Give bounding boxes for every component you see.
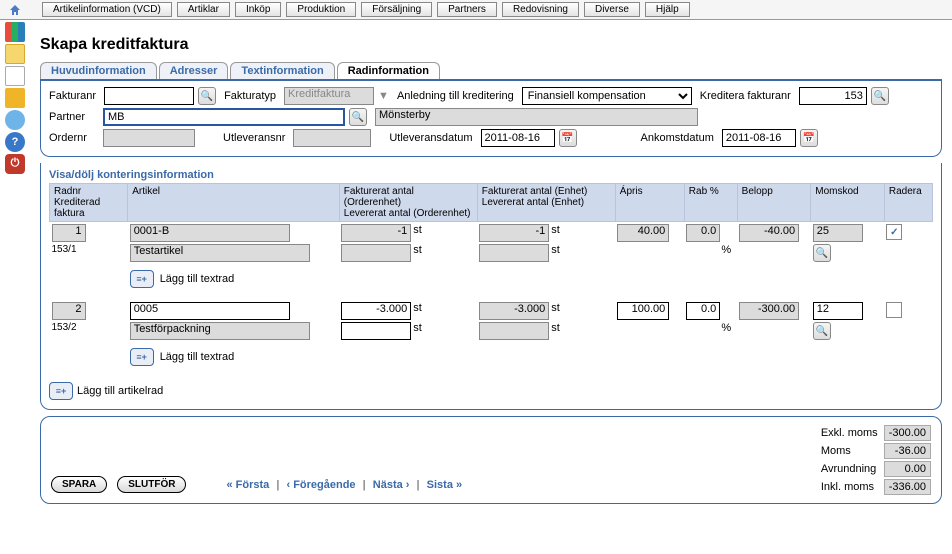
col-fakt-order: Fakturerat antal (Orderenhet)Levererat a… [339,184,477,222]
utlevnr-input [293,129,371,147]
menu-3[interactable]: Produktion [286,2,356,17]
add-line-button[interactable]: ≡+ [49,382,73,400]
utlevdatum-label: Utleveransdatum [389,132,476,144]
calendar-icon[interactable]: 📅 [559,129,577,147]
calendar-icon[interactable]: 📅 [800,129,818,147]
toggle-kontering[interactable]: Visa/dölj konteringsinformation [49,169,933,181]
exkl-label: Exkl. moms [817,425,882,441]
col-radera: Radera [884,184,932,222]
moms-value: -36.00 [884,443,931,459]
ordernr-input [103,129,195,147]
fakturatyp-label: Fakturatyp [224,90,280,102]
utlevnr-label: Utleveransnr [223,132,289,144]
side-icon-truck[interactable] [5,88,25,108]
inkl-label: Inkl. moms [817,479,882,495]
nav-prev[interactable]: ‹ Föregående [286,479,355,491]
partner-input[interactable] [103,108,345,126]
anledning-select[interactable]: Finansiell kompensation [522,87,692,105]
search-icon[interactable]: 🔍 [198,87,216,105]
partner-label: Partner [49,111,99,123]
delete-checkbox[interactable] [886,302,902,318]
side-icon-coin[interactable] [5,110,25,130]
nav-last[interactable]: Sista » [427,479,462,491]
menu-1[interactable]: Artiklar [177,2,230,17]
side-icon-power[interactable]: ⏻ [5,154,25,174]
tab-3[interactable]: Radinformation [337,62,440,79]
col-artikel: Artikel [128,184,340,222]
fakturatyp-select: Kreditfaktura [284,87,374,105]
add-line-label: Lägg till artikelrad [77,385,163,397]
col-momskod: Momskod [811,184,885,222]
side-icon-chart[interactable] [5,22,25,42]
inkl-value: -336.00 [884,479,931,495]
menu-8[interactable]: Hjälp [645,2,690,17]
spara-button[interactable]: SPARA [51,476,107,493]
ankomst-label: Ankomstdatum [641,132,718,144]
search-icon[interactable]: 🔍 [813,244,831,262]
slutfor-button[interactable]: SLUTFÖR [117,476,186,493]
utlevdatum-input[interactable] [481,129,555,147]
kreditera-label: Kreditera fakturanr [700,90,795,102]
search-icon[interactable]: 🔍 [349,108,367,126]
add-text-button[interactable]: ≡+ [130,348,154,366]
nav-first[interactable]: « Första [226,479,269,491]
menu-6[interactable]: Redovisning [502,2,579,17]
col-apris: Ápris [615,184,684,222]
menu-7[interactable]: Diverse [584,2,640,17]
col-fakt-enhet: Fakturerat antal (Enhet)Levererat antal … [477,184,615,222]
menu-0[interactable]: Artikelinformation (VCD) [42,2,172,17]
kreditera-input[interactable] [799,87,867,105]
search-icon[interactable]: 🔍 [813,322,831,340]
side-icon-note[interactable] [5,44,25,64]
tab-2[interactable]: Textinformation [230,62,334,79]
col-belopp: Belopp [737,184,811,222]
menu-5[interactable]: Partners [437,2,497,17]
ankomst-input[interactable] [722,129,796,147]
col-radnr: RadnrKrediterad faktura [50,184,128,222]
search-icon[interactable]: 🔍 [871,87,889,105]
exkl-value: -300.00 [884,425,931,441]
avr-value: 0.00 [884,461,931,477]
side-icon-help[interactable]: ? [5,132,25,152]
fakturanr-label: Fakturanr [49,90,100,102]
avr-label: Avrundning [817,461,882,477]
col-rab: Rab % [684,184,737,222]
delete-checkbox[interactable] [886,224,902,240]
menu-2[interactable]: Inköp [235,2,281,17]
nav-next[interactable]: Nästa › [373,479,410,491]
moms-label: Moms [817,443,882,459]
home-icon[interactable] [0,0,30,19]
ordernr-label: Ordernr [49,132,99,144]
add-text-button[interactable]: ≡+ [130,270,154,288]
tab-0[interactable]: Huvudinformation [40,62,157,79]
menu-4[interactable]: Försäljning [361,2,432,17]
anledning-label: Anledning till kreditering [397,90,518,102]
page-title: Skapa kreditfaktura [40,36,938,54]
partner-name: Mönsterby [375,108,698,126]
fakturanr-input[interactable] [104,87,194,105]
side-icon-doc[interactable] [5,66,25,86]
tab-1[interactable]: Adresser [159,62,229,79]
